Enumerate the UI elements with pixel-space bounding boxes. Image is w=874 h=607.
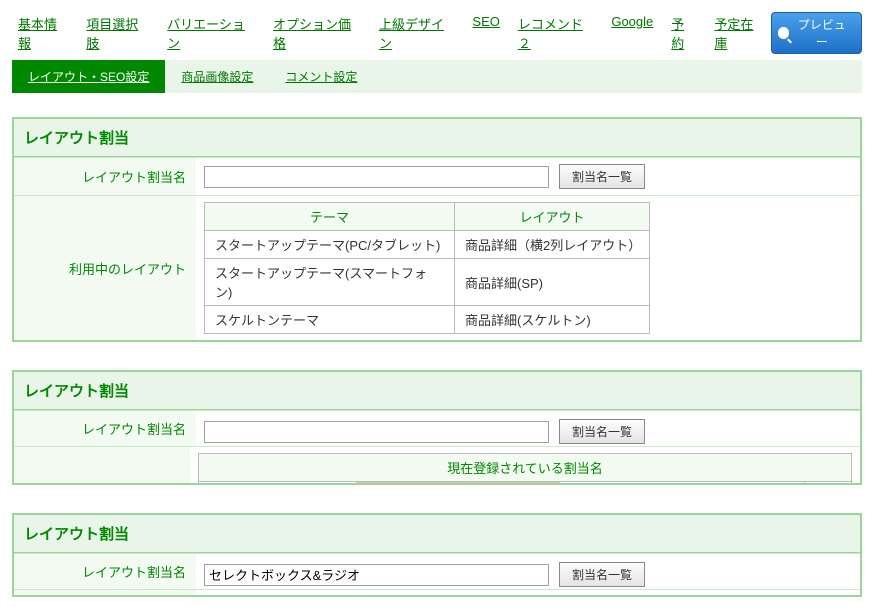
tab-comment[interactable]: コメント設定 — [269, 60, 373, 93]
registered-names: 現在登録されている割当名 セレクトボックス（1） セレクトボックス&ラジオ（3）… — [198, 453, 852, 485]
assign-name-list-button[interactable]: 割当名一覧 — [559, 419, 645, 444]
nav-basic[interactable]: 基本情報 — [18, 14, 68, 52]
search-icon — [778, 27, 790, 39]
using-layout-label: 利用中のレイアウト — [14, 196, 196, 340]
preview-button[interactable]: プレビュー — [771, 12, 862, 54]
panel-title: レイアウト割当 — [14, 372, 860, 410]
nav-reservation[interactable]: 予約 — [671, 14, 696, 52]
tab-layout-seo[interactable]: レイアウト・SEO設定 — [12, 60, 165, 93]
col-layout: レイアウト — [515, 597, 845, 598]
assign-name-label: レイアウト割当名 — [14, 411, 196, 446]
col-theme: テーマ — [205, 203, 455, 231]
using-layout-label: 利用中のレイアウト — [14, 447, 190, 485]
table-row: スタートアップテーマ(PC/タブレット)商品詳細（横2列レイアウト） — [205, 231, 650, 259]
nav-option-price[interactable]: オプション価格 — [273, 14, 361, 52]
nav-choices[interactable]: 項目選択肢 — [86, 14, 149, 52]
top-nav: 基本情報 項目選択肢 バリエーション オプション価格 上級デザイン SEO レコ… — [12, 10, 862, 56]
tab-product-image[interactable]: 商品画像設定 — [165, 60, 269, 93]
registered-item-selected[interactable]: セレクトボックス&ラジオ（3） — [356, 482, 560, 485]
nav-recommend2[interactable]: レコメンド２ — [518, 14, 593, 52]
layout-assign-panel-1: レイアウト割当 レイアウト割当名 割当名一覧 利用中のレイアウト テーマ レイア… — [12, 117, 862, 342]
nav-variation[interactable]: バリエーション — [167, 14, 255, 52]
assign-name-list-button[interactable]: 割当名一覧 — [559, 562, 645, 587]
nav-planned-stock[interactable]: 予定在庫 — [714, 14, 764, 52]
assign-name-input[interactable] — [204, 421, 549, 443]
preview-label: プレビュー — [792, 16, 851, 50]
col-theme: テーマ — [205, 597, 515, 598]
assign-name-input[interactable] — [204, 166, 549, 188]
registered-item[interactable]: セレクトボックス（1） — [199, 482, 356, 485]
registered-names-head: 現在登録されている割当名 — [199, 454, 851, 482]
nav-google[interactable]: Google — [611, 14, 653, 52]
registered-tail: ト） — [804, 482, 851, 485]
using-layout-table: テーマ レイアウト — [204, 596, 845, 597]
table-row: スタートアップテーマ(スマートフォン)商品詳細(SP) — [205, 259, 650, 306]
top-nav-links: 基本情報 項目選択肢 バリエーション オプション価格 上級デザイン SEO レコ… — [12, 10, 771, 56]
using-layout-label — [14, 590, 196, 597]
assign-name-input[interactable] — [204, 564, 549, 586]
assign-name-label: レイアウト割当名 — [14, 158, 196, 195]
registered-item[interactable]: 表組（２） — [560, 482, 645, 485]
nav-advanced-design[interactable]: 上級デザイン — [379, 14, 454, 52]
nav-seo[interactable]: SEO — [472, 14, 499, 52]
assign-name-list-button[interactable]: 割当名一覧 — [559, 164, 645, 189]
table-row: スケルトンテーマ商品詳細(スケルトン) — [205, 306, 650, 334]
sub-nav: レイアウト・SEO設定 商品画像設定 コメント設定 — [12, 60, 862, 93]
panel-title: レイアウト割当 — [14, 515, 860, 553]
panel-title: レイアウト割当 — [14, 119, 860, 157]
col-layout: レイアウト — [455, 203, 650, 231]
using-layout-table: テーマ レイアウト スタートアップテーマ(PC/タブレット)商品詳細（横2列レイ… — [204, 202, 650, 334]
layout-assign-panel-2: レイアウト割当 レイアウト割当名 割当名一覧 利用中のレイアウト 現在登録されて… — [12, 370, 862, 485]
assign-name-label: レイアウト割当名 — [14, 554, 196, 589]
layout-assign-panel-3: レイアウト割当 レイアウト割当名 割当名一覧 テーマ レイアウト — [12, 513, 862, 597]
